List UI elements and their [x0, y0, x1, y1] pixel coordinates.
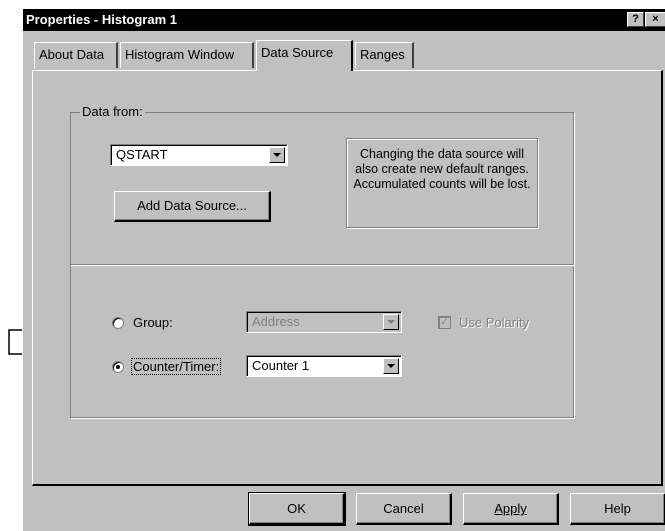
window-title: Properties - Histogram 1 [26, 12, 177, 27]
counter-timer-label: Counter/Timer: [131, 358, 222, 375]
close-button[interactable]: × [645, 12, 665, 27]
data-source-select[interactable]: QSTART [110, 144, 288, 166]
counter-value: Counter 1 [252, 358, 310, 373]
counter-timer-radio[interactable] [112, 361, 124, 373]
data-from-label: Data from: [80, 104, 145, 119]
cancel-button[interactable]: Cancel [356, 493, 452, 525]
ok-button[interactable]: OK [248, 492, 346, 526]
tab-data-source[interactable]: Data Source [256, 40, 353, 71]
data-source-note: Changing the data source will also creat… [346, 138, 538, 228]
group-divider [70, 264, 574, 265]
help-title-button[interactable]: ? [627, 12, 644, 27]
tab-ranges[interactable]: Ranges [355, 42, 414, 68]
apply-button[interactable]: Apply [463, 493, 559, 525]
use-polarity-label: Use Polarity [459, 315, 530, 330]
data-source-value: QSTART [116, 147, 168, 162]
add-data-source-button[interactable]: Add Data Source... [114, 191, 271, 222]
tab-histogram-window[interactable]: Histogram Window [120, 42, 254, 68]
group-value: Address [252, 314, 300, 329]
use-polarity-checkbox[interactable]: ✓ [438, 316, 451, 329]
chevron-down-icon[interactable] [269, 147, 285, 163]
group-radio[interactable] [112, 317, 124, 329]
chevron-down-icon[interactable] [383, 314, 399, 330]
counter-select[interactable]: Counter 1 [246, 355, 402, 377]
group-select[interactable]: Address [246, 311, 402, 333]
group-label: Group: [133, 315, 173, 330]
title-bar: Properties - Histogram 1 ? × [23, 9, 665, 31]
help-button[interactable]: Help [570, 493, 665, 525]
tab-about-data[interactable]: About Data [34, 42, 118, 68]
chevron-down-icon[interactable] [383, 358, 399, 374]
